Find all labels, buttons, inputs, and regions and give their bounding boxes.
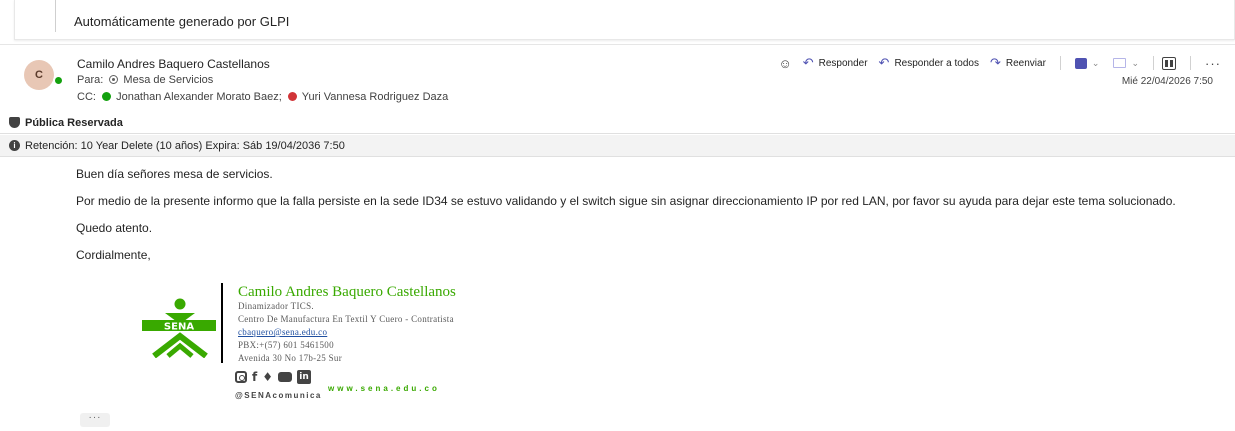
- retention-text: Retención: 10 Year Delete (10 años) Expi…: [25, 140, 345, 152]
- linkedin-icon[interactable]: in: [297, 370, 311, 384]
- immersive-reader-icon[interactable]: [1162, 56, 1176, 70]
- more-actions-button[interactable]: ···: [1205, 56, 1221, 71]
- body-paragraph: Por medio de la presente informo que la …: [76, 194, 1176, 208]
- shield-icon: [9, 117, 20, 128]
- toolbar-divider: [1153, 56, 1154, 70]
- reply-button[interactable]: ↶ Responder: [803, 55, 868, 71]
- message-date: Mié 22/04/2026 7:50: [1121, 76, 1213, 87]
- auto-generated-notice: Automáticamente generado por GLPI: [14, 0, 1235, 40]
- to-line: Para: Mesa de Servicios: [77, 74, 213, 86]
- forward-button[interactable]: ↷ Reenviar: [990, 55, 1046, 71]
- chevron-down-icon[interactable]: ⌄: [1131, 58, 1139, 69]
- signature-center: Centro De Manufactura En Textil Y Cuero …: [238, 314, 454, 324]
- reply-all-label: Responder a todos: [894, 57, 979, 69]
- reply-all-icon: ↶: [878, 55, 890, 70]
- forward-icon: ↷: [989, 55, 1001, 70]
- youtube-icon[interactable]: [278, 372, 292, 382]
- sensitivity-text: Pública Reservada: [25, 117, 123, 129]
- body-greeting: Buen día señores mesa de servicios.: [76, 167, 273, 181]
- show-more-button[interactable]: ···: [80, 413, 110, 427]
- teams-icon[interactable]: [1074, 57, 1087, 69]
- signature-phone: PBX:+(57) 601 5461500: [238, 340, 334, 350]
- sena-logo: SENA: [142, 298, 216, 358]
- body-closing: Quedo atento.: [76, 221, 153, 235]
- forward-label: Reenviar: [1005, 57, 1046, 69]
- cc-recipient[interactable]: Jonathan Alexander Morato Baez;: [116, 91, 282, 103]
- signature-role: Dinamizador TICS.: [238, 301, 314, 311]
- twitter-icon[interactable]: ♦: [262, 370, 273, 384]
- body-signoff: Cordialmente,: [76, 248, 151, 262]
- notice-text: Automáticamente generado por GLPI: [74, 14, 290, 29]
- toolbar-divider: [1059, 56, 1061, 70]
- signature-name: Camilo Andres Baquero Castellanos: [238, 284, 456, 300]
- sender-name[interactable]: Camilo Andres Baquero Castellanos: [77, 57, 270, 71]
- reply-all-button[interactable]: ↶ Responder a todos: [879, 55, 979, 71]
- reply-label: Responder: [818, 57, 868, 69]
- apps-icon[interactable]: [1113, 58, 1127, 68]
- chevron-down-icon[interactable]: ⌄: [1092, 58, 1100, 69]
- instagram-icon[interactable]: [235, 371, 247, 383]
- presence-available-icon: [102, 92, 112, 101]
- reaction-icon[interactable]: ☺: [778, 56, 791, 71]
- facebook-icon[interactable]: f: [252, 370, 257, 384]
- signature-details: Camilo Andres Baquero Castellanos Dinami…: [238, 284, 456, 365]
- social-icons: f ♦ in: [235, 370, 316, 384]
- info-icon: i: [9, 140, 20, 151]
- cc-label: CC:: [77, 91, 96, 103]
- signature-email-link[interactable]: cbaquero@sena.edu.co: [238, 326, 456, 339]
- toolbar-divider: [1190, 56, 1191, 70]
- message-body: Buen día señores mesa de servicios. Por …: [76, 167, 1221, 275]
- cc-recipient[interactable]: Yuri Vannesa Rodriguez Daza: [302, 91, 449, 103]
- cc-line: CC: Jonathan Alexander Morato Baez; Yuri…: [77, 91, 448, 103]
- notice-divider: [55, 0, 56, 32]
- group-icon: [109, 75, 119, 84]
- website-link[interactable]: www.sena.edu.co: [328, 384, 440, 393]
- signature-divider: [221, 283, 223, 363]
- to-label: Para:: [77, 74, 104, 86]
- sena-logo-text: SENA: [164, 322, 194, 333]
- message-actions: ☺ ↶ Responder ↶ Responder a todos ↷ Reenvia…: [778, 55, 1221, 71]
- to-recipient[interactable]: Mesa de Servicios: [123, 74, 213, 86]
- signature-address: Avenida 30 No 17b-25 Sur: [238, 353, 343, 363]
- reply-icon: ↶: [802, 55, 814, 70]
- presence-available-icon: [53, 75, 64, 86]
- retention-banner: i Retención: 10 Year Delete (10 años) Ex…: [0, 135, 1235, 157]
- presence-busy-icon: [287, 92, 297, 101]
- social-handle: @SENAcomunica: [235, 391, 322, 400]
- avatar[interactable]: C: [24, 60, 54, 90]
- sensitivity-label[interactable]: Pública Reservada: [0, 112, 1235, 134]
